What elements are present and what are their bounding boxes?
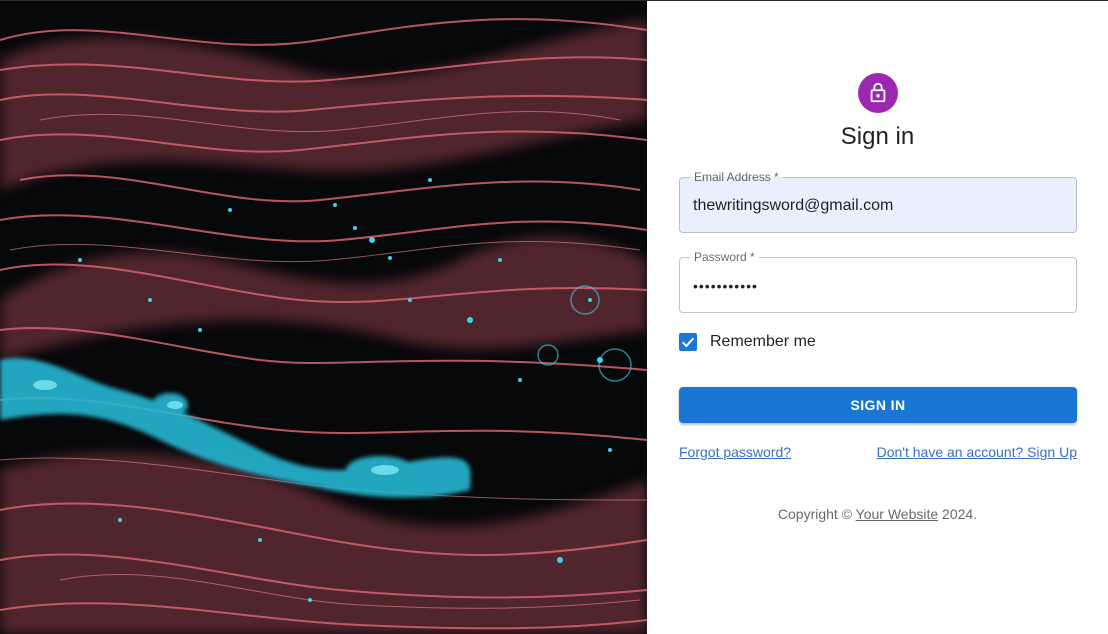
forgot-password-link[interactable]: Forgot password?: [679, 443, 791, 461]
remember-me-label: Remember me: [710, 333, 816, 350]
page-title: Sign in: [840, 123, 915, 150]
background-artwork: [0, 0, 647, 634]
remember-me-checkbox[interactable]: [679, 333, 697, 351]
email-field[interactable]: Email Address *: [679, 170, 1077, 233]
remember-me-control[interactable]: Remember me: [679, 331, 816, 353]
sign-up-link[interactable]: Don't have an account? Sign Up: [877, 443, 1077, 461]
sign-in-button[interactable]: SIGN IN: [679, 387, 1077, 423]
website-link[interactable]: Your Website: [856, 506, 939, 522]
copyright-prefix: Copyright ©: [777, 506, 856, 522]
sign-in-panel: Sign in Email Address * Password * Remem…: [647, 0, 1108, 634]
password-input[interactable]: [693, 275, 1063, 297]
password-field[interactable]: Password *: [679, 250, 1077, 313]
window-top-border: [0, 0, 1108, 1]
lock-avatar: [858, 73, 898, 113]
copyright-suffix: 2024.: [938, 506, 978, 522]
check-icon: [681, 337, 695, 348]
copyright: Copyright © Your Website 2024.: [647, 505, 1108, 523]
email-label: Email Address *: [690, 170, 783, 184]
lock-outlined-icon: [870, 82, 886, 103]
password-label: Password *: [690, 250, 759, 264]
email-input[interactable]: [693, 195, 1063, 217]
